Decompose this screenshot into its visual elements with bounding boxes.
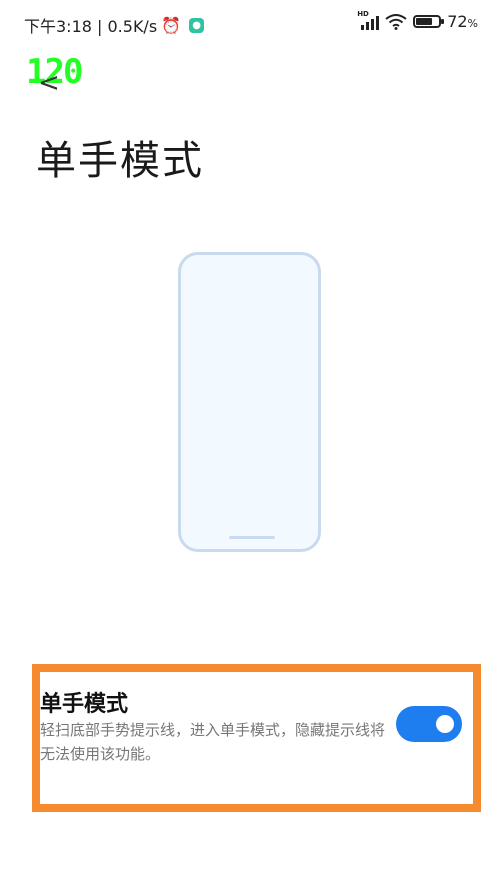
time-speed-text: 下午3:18 | 0.5K/s xyxy=(24,17,158,36)
signal-icon: HD xyxy=(357,10,380,30)
page-title: 单手模式 xyxy=(36,138,204,184)
setting-description: 轻扫底部手势提示线，进入单手模式，隐藏提示线将无法使用该功能。 xyxy=(40,721,386,763)
battery-percent: 72% xyxy=(447,12,478,31)
wifi-icon xyxy=(385,13,407,30)
alarm-icon: ⏰ xyxy=(161,15,182,35)
toggle-knob xyxy=(436,715,454,733)
status-right: HD 72% xyxy=(357,10,478,32)
battery-fill xyxy=(416,18,433,25)
setting-title: 单手模式 xyxy=(40,692,129,717)
phone-illustration xyxy=(178,252,321,552)
one-handed-mode-toggle[interactable] xyxy=(396,706,462,742)
back-button[interactable]: < xyxy=(38,70,60,96)
gesture-bar-illustration xyxy=(229,536,275,539)
status-bar: 下午3:18 | 0.5K/s ⏰ ● HD 72% xyxy=(0,0,500,48)
battery-icon xyxy=(413,15,445,28)
shield-icon: ● xyxy=(189,17,205,33)
status-left: 下午3:18 | 0.5K/s ⏰ ● xyxy=(24,13,205,37)
